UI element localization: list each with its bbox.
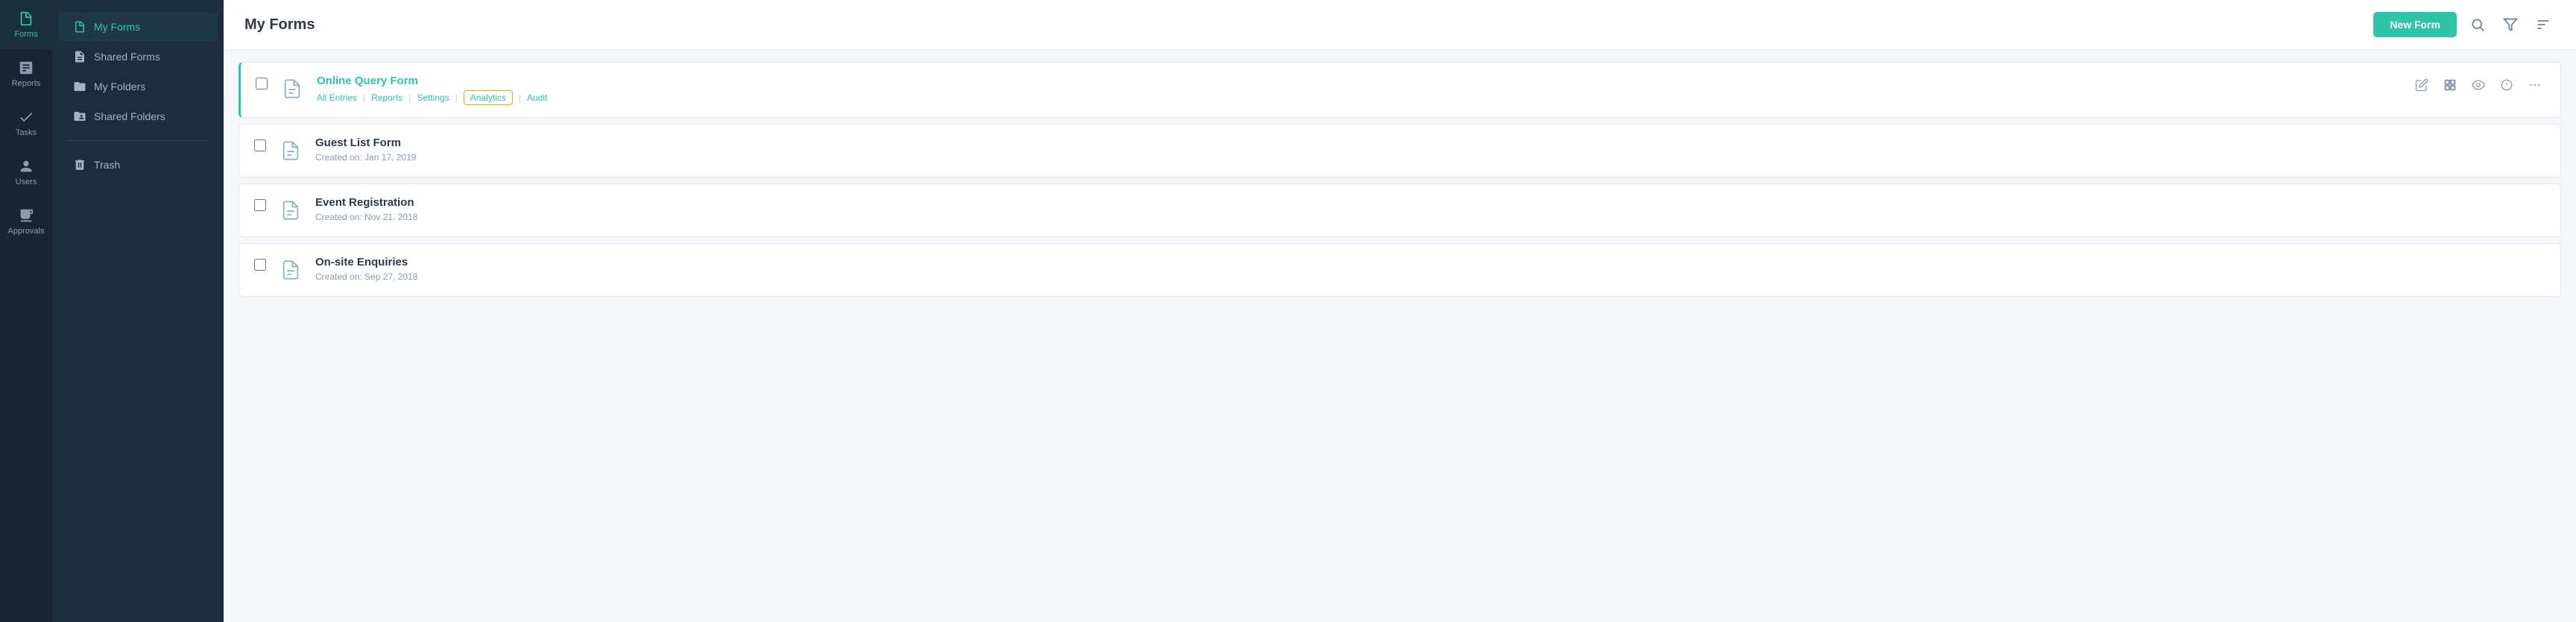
filter-button[interactable]	[2498, 13, 2522, 37]
shared-folders-icon	[73, 110, 86, 123]
sidebar-shared-folders-label: Shared Folders	[94, 110, 165, 122]
form-meta-event-reg: Created on: Nov 21, 2018	[315, 212, 2545, 222]
form-name-online-query: Online Query Form	[317, 75, 2401, 87]
forms-list: Online Query Form All Entries | Reports …	[224, 50, 2576, 622]
my-folders-icon	[73, 80, 86, 93]
form-item-event-registration: Event Registration Created on: Nov 21, 2…	[239, 183, 2561, 237]
form-link-analytics[interactable]: Analytics	[464, 90, 513, 105]
sidebar-item-shared-forms[interactable]: Shared Forms	[58, 43, 218, 71]
my-forms-icon	[73, 20, 86, 34]
search-button[interactable]	[2466, 13, 2490, 37]
form-icon-online-query	[278, 75, 306, 103]
form-checkbox-event-reg[interactable]	[254, 199, 266, 211]
form-info-onsite: On-site Enquiries Created on: Sep 27, 20…	[315, 256, 2545, 282]
search-icon	[2470, 17, 2485, 32]
info-icon	[2500, 78, 2513, 92]
sidebar-item-trash[interactable]: Trash	[58, 151, 218, 179]
sidebar-my-forms-label: My Forms	[94, 21, 140, 33]
form-name-event-reg: Event Registration	[315, 196, 2545, 209]
form-icon-onsite	[277, 256, 305, 284]
form-link-settings[interactable]: Settings	[417, 92, 449, 103]
form-meta-onsite: Created on: Sep 27, 2018	[315, 271, 2545, 282]
more-form-button[interactable]	[2525, 75, 2545, 95]
sidebar-divider	[67, 140, 209, 141]
new-form-button[interactable]: New Form	[2373, 12, 2457, 37]
nav-users[interactable]: Users	[0, 148, 52, 197]
form-info-online-query: Online Query Form All Entries | Reports …	[317, 75, 2401, 105]
sort-icon	[2536, 17, 2551, 32]
sidebar-my-folders-label: My Folders	[94, 81, 145, 92]
form-link-reports[interactable]: Reports	[371, 92, 402, 103]
form-meta-guest-list: Created on: Jan 17, 2019	[315, 152, 2545, 163]
info-form-button[interactable]	[2496, 75, 2517, 95]
form-checkbox-onsite[interactable]	[254, 259, 266, 271]
form-meta-online-query: All Entries | Reports | Settings | Analy…	[317, 90, 2401, 105]
sidebar-shared-forms-label: Shared Forms	[94, 51, 160, 63]
sidebar-item-my-forms[interactable]: My Forms	[58, 13, 218, 41]
form-created-onsite: Created on: Sep 27, 2018	[315, 271, 417, 282]
form-name-onsite: On-site Enquiries	[315, 256, 2545, 268]
preview-form-button[interactable]	[2468, 75, 2489, 95]
sidebar-item-shared-folders[interactable]: Shared Folders	[58, 102, 218, 131]
form-info-guest-list: Guest List Form Created on: Jan 17, 2019	[315, 136, 2545, 163]
edit-icon	[2415, 78, 2428, 92]
header-actions: New Form	[2373, 12, 2555, 37]
filter-icon	[2503, 17, 2518, 32]
shared-forms-icon	[73, 50, 86, 63]
form-doc-icon-4	[280, 260, 301, 280]
form-icon-guest-list	[277, 136, 305, 165]
main-header: My Forms New Form	[224, 0, 2576, 50]
preview-icon	[2472, 78, 2485, 92]
nav-tasks[interactable]: Tasks	[0, 98, 52, 148]
main-content: My Forms New Form Online Query Form	[224, 0, 2576, 622]
form-doc-icon-3	[280, 200, 301, 221]
share-form-button[interactable]	[2440, 75, 2460, 95]
form-name-guest-list: Guest List Form	[315, 136, 2545, 149]
edit-form-button[interactable]	[2411, 75, 2432, 95]
nav-approvals[interactable]: Approvals	[0, 197, 52, 246]
form-checkbox-online-query[interactable]	[256, 78, 268, 89]
form-created-event-reg: Created on: Nov 21, 2018	[315, 212, 417, 222]
nav-reports-label: Reports	[12, 79, 41, 88]
form-checkbox-guest-list[interactable]	[254, 139, 266, 151]
nav-forms[interactable]: Forms	[0, 0, 52, 49]
nav-forms-label: Forms	[14, 30, 37, 39]
nav-approvals-label: Approvals	[8, 227, 45, 236]
form-doc-icon-2	[280, 140, 301, 161]
nav-tasks-label: Tasks	[16, 128, 37, 137]
sidebar: My Forms Shared Forms My Folders Shared …	[52, 0, 224, 622]
form-item-guest-list-form: Guest List Form Created on: Jan 17, 2019	[239, 124, 2561, 178]
page-title: My Forms	[244, 16, 315, 34]
form-item-online-query-form: Online Query Form All Entries | Reports …	[239, 62, 2561, 118]
more-icon	[2528, 78, 2542, 92]
sidebar-item-my-folders[interactable]: My Folders	[58, 72, 218, 101]
trash-icon	[73, 158, 86, 172]
share-icon	[2443, 78, 2457, 92]
sidebar-trash-label: Trash	[94, 159, 120, 171]
icon-nav: Forms Reports Tasks Users Approvals	[0, 0, 52, 622]
nav-users-label: Users	[16, 178, 37, 186]
form-icon-event-reg	[277, 196, 305, 224]
form-link-all-entries[interactable]: All Entries	[317, 92, 357, 103]
form-doc-icon	[282, 78, 303, 99]
form-info-event-reg: Event Registration Created on: Nov 21, 2…	[315, 196, 2545, 222]
form-link-audit[interactable]: Audit	[527, 92, 547, 103]
nav-reports[interactable]: Reports	[0, 49, 52, 98]
sort-button[interactable]	[2531, 13, 2555, 37]
form-actions-online-query	[2411, 75, 2545, 95]
form-item-on-site-enquiries: On-site Enquiries Created on: Sep 27, 20…	[239, 243, 2561, 297]
form-created-guest-list: Created on: Jan 17, 2019	[315, 152, 416, 163]
